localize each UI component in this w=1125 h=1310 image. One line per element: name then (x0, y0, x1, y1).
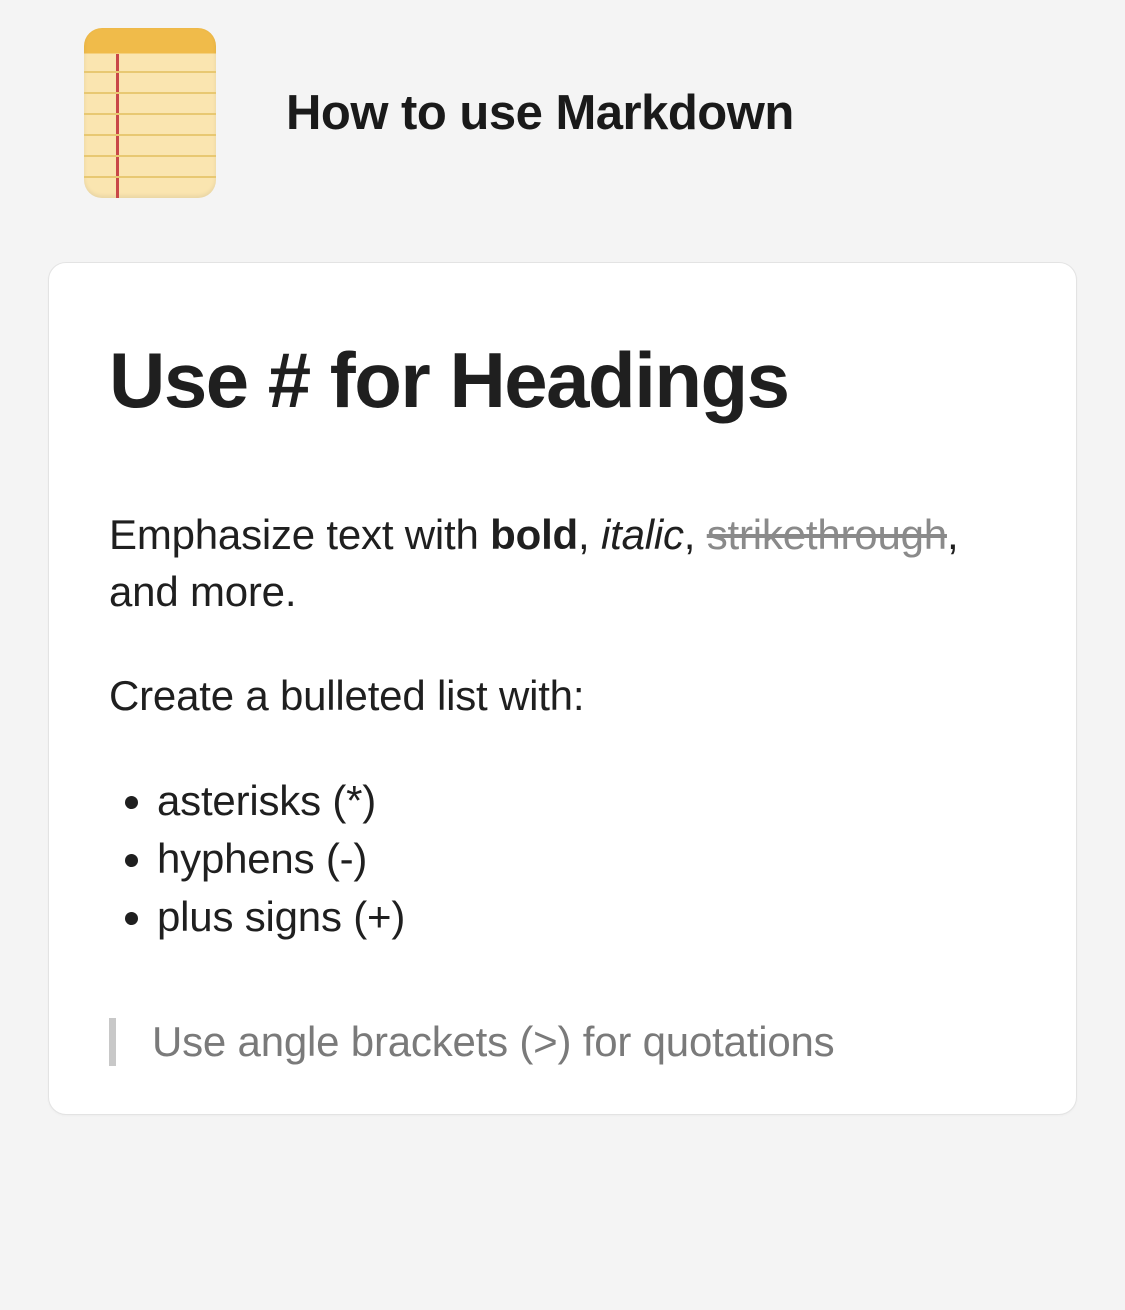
page-header: How to use Markdown (48, 28, 1077, 198)
list-item: asterisks (*) (157, 772, 1016, 830)
emphasize-text: Emphasize text with bold, italic, strike… (109, 507, 1016, 620)
sep1: , (578, 511, 601, 558)
bullet-list: asterisks (*) hyphens (-) plus signs (+) (109, 772, 1016, 946)
card-heading: Use # for Headings (109, 341, 1016, 419)
blockquote: Use angle brackets (>) for quotations (109, 1018, 1016, 1066)
strike-sample: strikethrough (707, 511, 947, 558)
list-item: plus signs (+) (157, 888, 1016, 946)
page-title: How to use Markdown (286, 85, 794, 141)
italic-sample: italic (601, 511, 684, 558)
list-intro: Create a bulleted list with: (109, 672, 1016, 720)
bold-sample: bold (490, 511, 578, 558)
list-item: hyphens (-) (157, 830, 1016, 888)
emphasize-prefix: Emphasize text with (109, 511, 490, 558)
blockquote-text: Use angle brackets (>) for quotations (152, 1018, 834, 1065)
sep2: , (684, 511, 707, 558)
notepad-icon (84, 28, 216, 198)
content-card: Use # for Headings Emphasize text with b… (48, 262, 1077, 1115)
